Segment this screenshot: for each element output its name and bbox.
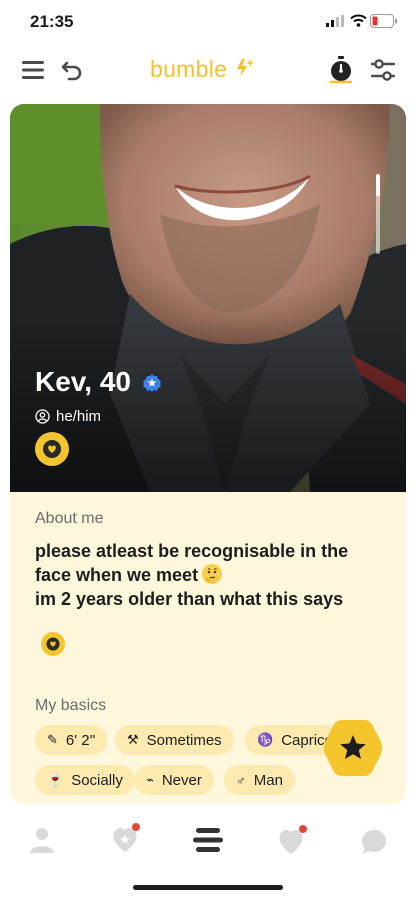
basic-gender-label: Man: [253, 771, 283, 789]
signal-icon: [326, 15, 344, 27]
basic-drinking-label: Socially: [71, 771, 123, 789]
sparkle-bolt-icon: [236, 59, 254, 77]
gender-icon: ♂: [236, 772, 246, 788]
about-line-3: im 2 years older than what this says: [35, 589, 344, 609]
verified-badge-icon: [143, 374, 161, 392]
my-basics-heading: My basics: [35, 697, 107, 714]
about-me-text: please atleast be recognisable in the fa…: [35, 539, 385, 611]
about-line: please atleast be recognisable in the: [35, 541, 349, 561]
zodiac-icon: ♑: [257, 732, 274, 747]
wifi-icon: [350, 14, 367, 27]
basic-smoking-chip: ⌁ Never: [134, 765, 214, 795]
basic-exercise-label: Sometimes: [146, 731, 222, 749]
wine-glass-icon: 🍷: [47, 772, 64, 787]
undo-icon[interactable]: [61, 59, 83, 81]
top-bar: bumble: [0, 52, 416, 92]
menu-icon[interactable]: [22, 60, 44, 80]
pronouns-text: he/him: [56, 408, 102, 425]
compliment-about-button[interactable]: [41, 632, 65, 656]
discover-tab-icon[interactable]: [109, 822, 143, 854]
basic-height-chip: ✎ 6' 2'': [35, 725, 108, 755]
profile-tab-icon[interactable]: [29, 826, 55, 854]
people-tab-icon[interactable]: [193, 828, 223, 852]
liked-you-tab-icon[interactable]: [275, 824, 311, 856]
chats-tab-icon[interactable]: [360, 828, 388, 856]
smoking-icon: ⌁: [146, 772, 154, 787]
bottom-nav: [0, 812, 416, 872]
bumble-logo: bumble: [150, 56, 254, 83]
home-indicator: [133, 885, 283, 890]
basic-exercise-chip: ⚒ Sometimes: [115, 725, 234, 755]
compliment-button[interactable]: [35, 432, 69, 466]
about-me-heading: About me: [35, 510, 104, 527]
basic-smoking-label: Never: [161, 771, 202, 789]
dumbbell-icon: ⚒: [127, 732, 139, 747]
logo-text: bumble: [150, 56, 228, 82]
basic-gender-chip: ♂ Man: [224, 765, 295, 795]
pronouns: he/him: [35, 408, 101, 425]
person-circle-icon: [35, 409, 50, 424]
ruler-icon: ✎: [47, 732, 58, 747]
chat-heart-icon: [46, 637, 60, 651]
about-line-text: face when we meet: [35, 565, 199, 585]
status-bar: 21:35: [0, 0, 416, 44]
snooze-timer-icon[interactable]: [327, 56, 355, 84]
profile-card[interactable]: Kev, 40 he/him About me please atleast b…: [10, 104, 406, 804]
chat-heart-icon: [43, 440, 61, 458]
status-time: 21:35: [30, 12, 74, 31]
basic-height-label: 6' 2'': [65, 731, 96, 749]
profile-photo[interactable]: [10, 104, 406, 492]
thinking-face-icon: [202, 564, 223, 584]
about-line-2: face when we meet: [35, 563, 385, 587]
filters-icon[interactable]: [371, 58, 395, 82]
superswipe-button[interactable]: [322, 717, 384, 779]
profile-name-age: Kev, 40: [35, 366, 131, 397]
basic-drinking-chip: 🍷 Socially: [35, 765, 135, 795]
battery-icon: [370, 14, 397, 28]
